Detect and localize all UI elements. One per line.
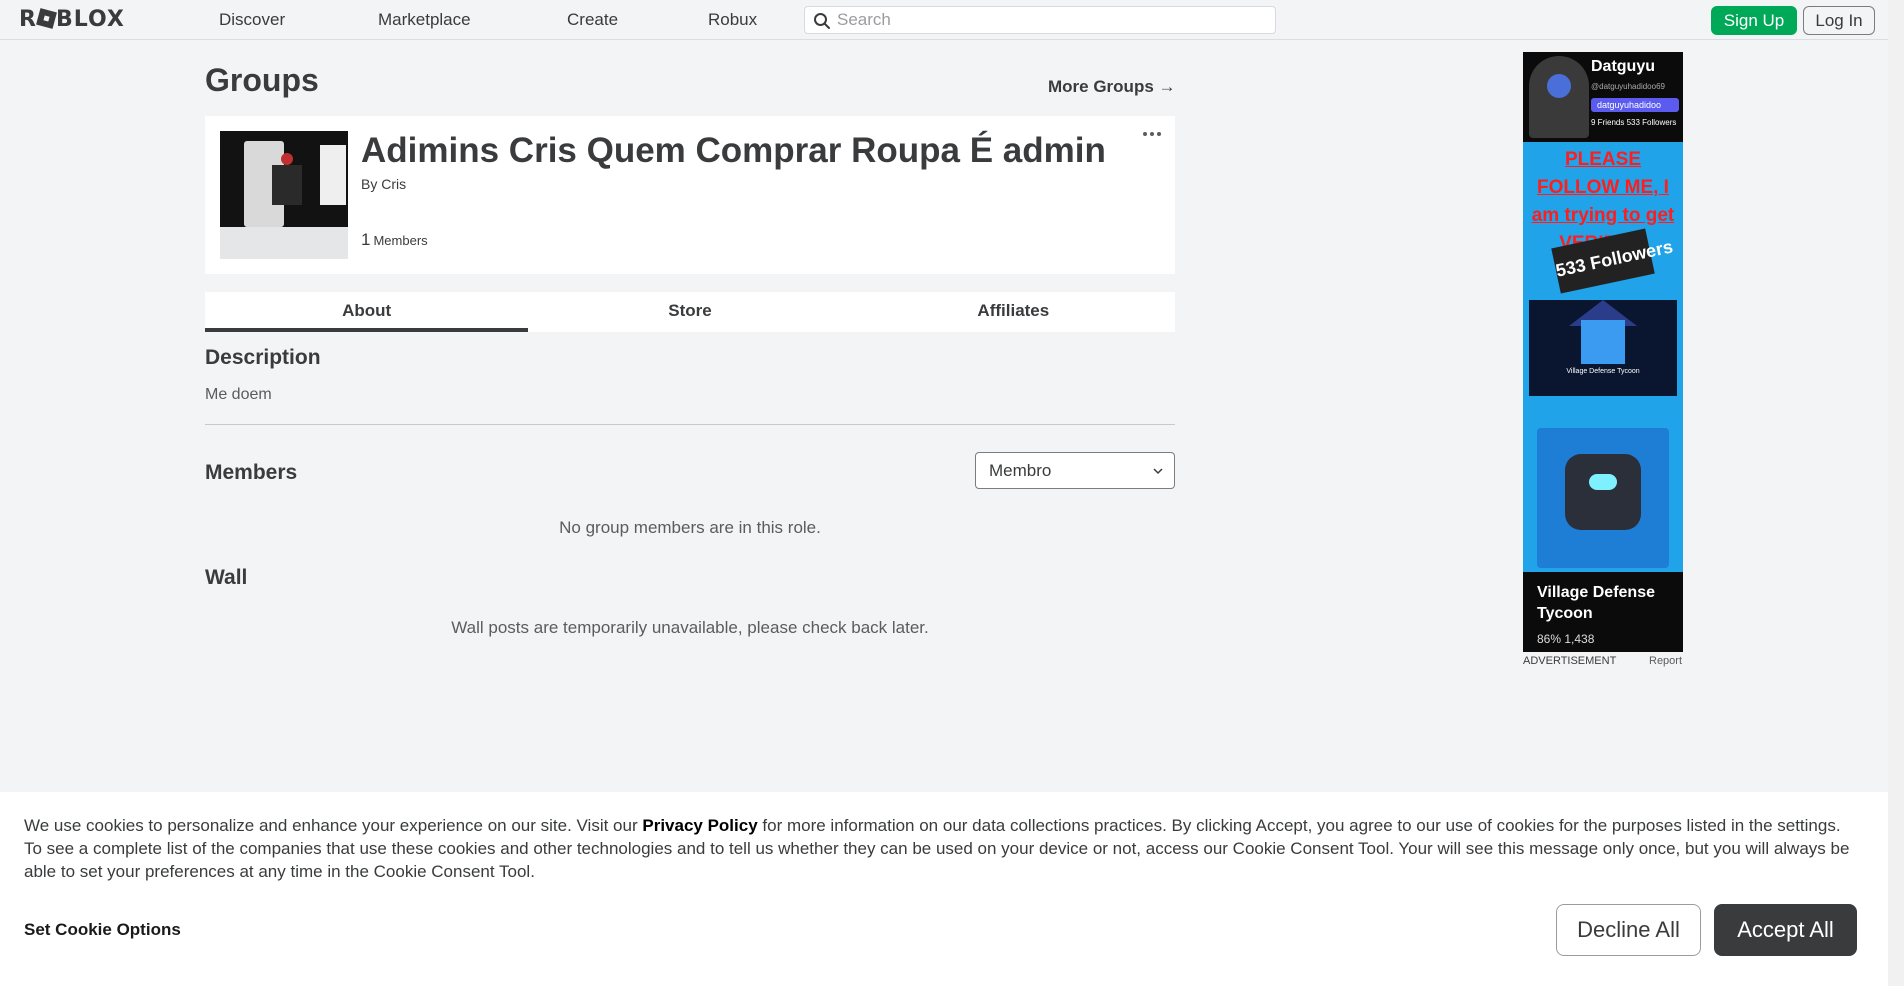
ad-avatar [1529,56,1589,138]
members-heading: Members [205,461,298,484]
report-ad-link[interactable]: Report [1649,655,1682,667]
ad-game-info: Village Defense Tycoon 86% 1,438 [1523,572,1683,652]
logo-o-icon [36,8,57,29]
ad-profile-stats: 9 Friends 533 Followers [1591,118,1677,127]
ad-profile-header: Datguyu @datguyuhadidoo69 datguyuhadidoo… [1523,52,1683,142]
role-dropdown-value: Membro [989,461,1052,480]
ad-profile-badge: datguyuhadidoo [1591,98,1679,112]
privacy-policy-link[interactable]: Privacy Policy [642,816,757,835]
more-groups-link[interactable]: More Groups → [1048,77,1176,97]
search-input[interactable] [837,9,1267,31]
ad-game-stats: 86% 1,438 [1537,632,1595,646]
nav-link-create[interactable]: Create [567,10,618,30]
ad-house-graphic: Village Defense Tycoon [1529,300,1677,396]
logo-letter: R [19,7,37,32]
ad-mini-caption: Village Defense Tycoon [1566,368,1640,375]
page-scrollbar[interactable] [1888,0,1904,986]
sign-up-button[interactable]: Sign Up [1711,6,1797,35]
member-count-label: Members [373,233,428,248]
tab-affiliates[interactable]: Affiliates [852,292,1175,332]
more-options-icon[interactable] [1143,130,1161,138]
ad-game-thumbnail [1537,428,1669,568]
section-divider [205,424,1175,425]
members-empty-message: No group members are in this role. [559,518,821,537]
group-member-count: 1 Members [361,230,428,250]
advertisement-banner[interactable]: Datguyu @datguyuhadidoo69 datguyuhadidoo… [1523,52,1683,652]
description-text: Me doem [205,386,272,403]
wall-empty-message: Wall posts are temporarily unavailable, … [451,618,929,637]
tab-about[interactable]: About [205,292,529,332]
ad-profile-handle: @datguyuhadidoo69 [1591,82,1665,91]
advertisement-label: ADVERTISEMENT [1523,655,1617,667]
cookie-message: We use cookies to personalize and enhanc… [24,816,1850,881]
wall-heading: Wall [205,566,248,589]
nav-link-marketplace[interactable]: Marketplace [378,10,471,30]
log-in-button[interactable]: Log In [1803,6,1875,35]
accept-all-button[interactable]: Accept All [1714,904,1857,956]
nav-link-robux[interactable]: Robux [708,10,757,30]
description-heading: Description [205,346,321,369]
search-icon [814,13,830,29]
ad-game-title: Village Defense Tycoon [1537,584,1655,622]
search-box[interactable] [804,6,1276,34]
roblox-logo[interactable]: R BLOX [19,8,125,32]
top-nav-bar: R BLOX Discover Marketplace Create Robux … [0,0,1888,40]
group-name: Adimins Cris Quem Comprar Roupa É admin [361,131,1106,170]
nav-link-discover[interactable]: Discover [219,10,285,30]
tab-store[interactable]: Store [528,292,851,332]
member-count-number: 1 [361,230,371,249]
group-header-card: Adimins Cris Quem Comprar Roupa É admin … [205,116,1175,274]
role-dropdown[interactable]: Membro [975,452,1175,489]
set-cookie-options-link[interactable]: Set Cookie Options [24,920,181,940]
group-emblem-image [220,131,348,259]
decline-all-button[interactable]: Decline All [1556,904,1701,956]
group-owner-link[interactable]: By Cris [361,176,406,192]
page-title: Groups [205,62,319,98]
chevron-down-icon [1153,468,1163,475]
ad-profile-name: Datguyu [1591,58,1655,75]
logo-text: BLOX [55,7,125,32]
group-tabs: About Store Affiliates [205,292,1175,332]
cookie-consent-banner: We use cookies to personalize and enhanc… [0,792,1888,986]
